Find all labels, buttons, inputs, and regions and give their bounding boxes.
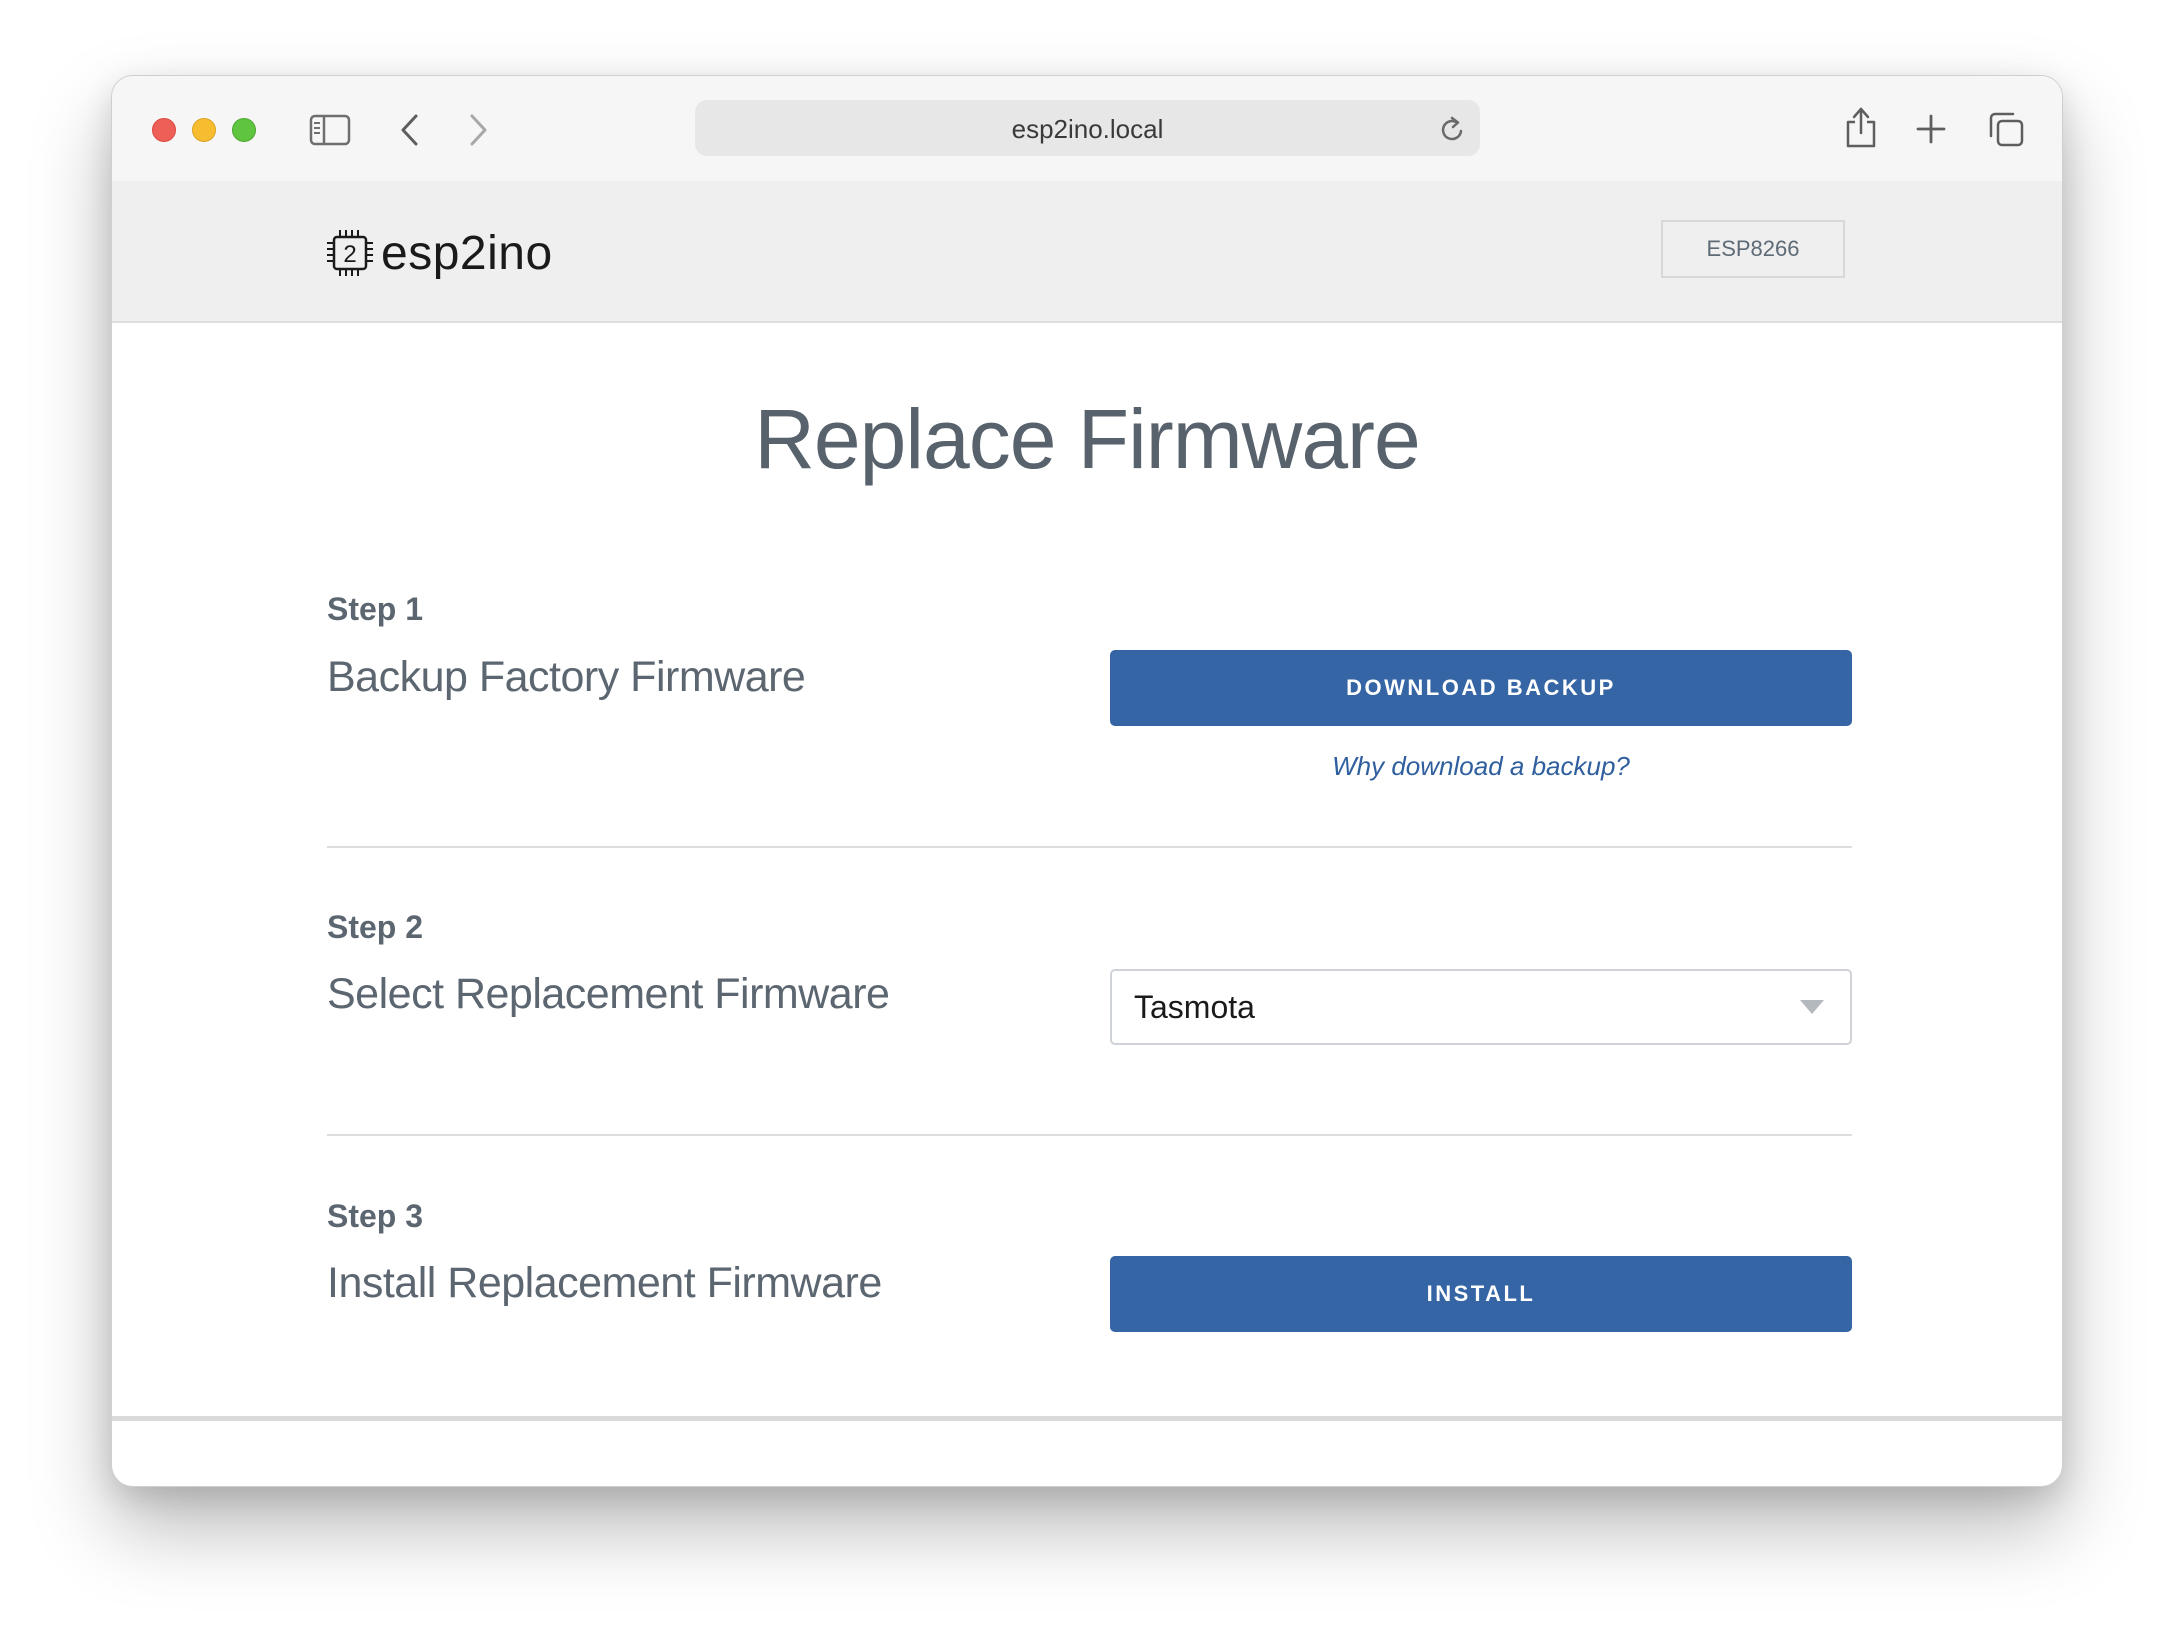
- download-backup-button[interactable]: DOWNLOAD BACKUP: [1110, 650, 1852, 726]
- logo-text: esp2ino: [381, 226, 553, 280]
- site-header: 2 esp2ino ESP8266: [112, 181, 2062, 323]
- step-1-title: Backup Factory Firmware: [327, 653, 806, 701]
- page-title: Replace Firmware: [754, 392, 1421, 486]
- step-3-title: Install Replacement Firmware: [327, 1259, 882, 1307]
- browser-toolbar: esp2ino.local: [112, 76, 2062, 182]
- divider: [327, 1134, 1852, 1136]
- share-icon[interactable]: [1843, 104, 1879, 150]
- footer-divider: [112, 1416, 2062, 1421]
- address-bar[interactable]: esp2ino.local: [695, 100, 1480, 156]
- close-window-button[interactable]: [152, 118, 176, 142]
- step-2-label: Step 2: [327, 909, 424, 945]
- firmware-select-value: Tasmota: [1134, 989, 1255, 1025]
- new-tab-icon[interactable]: [1915, 113, 1947, 145]
- chevron-down-icon: [1800, 1000, 1824, 1014]
- logo-glyph: 2: [343, 241, 356, 268]
- step-2-title: Select Replacement Firmware: [327, 970, 890, 1018]
- logo[interactable]: 2 esp2ino: [325, 223, 553, 283]
- browser-window: esp2ino.local 2 esp2ino ESP8266 Replace …: [111, 75, 2063, 1487]
- step-1-label: Step 1: [327, 591, 424, 627]
- zoom-window-button[interactable]: [232, 118, 256, 142]
- step-3-label: Step 3: [327, 1198, 424, 1234]
- reload-icon[interactable]: [1439, 114, 1467, 144]
- address-text: esp2ino.local: [1011, 114, 1164, 144]
- firmware-select[interactable]: Tasmota: [1110, 969, 1852, 1045]
- device-badge[interactable]: ESP8266: [1661, 220, 1845, 278]
- back-icon[interactable]: [398, 112, 420, 148]
- why-download-backup-link[interactable]: Why download a backup?: [1110, 751, 1852, 782]
- divider: [327, 846, 1852, 848]
- minimize-window-button[interactable]: [192, 118, 216, 142]
- install-button[interactable]: INSTALL: [1110, 1256, 1852, 1332]
- forward-icon[interactable]: [468, 112, 490, 148]
- tabs-overview-icon[interactable]: [1987, 110, 2025, 148]
- chip-logo-icon: 2: [327, 230, 373, 276]
- sidebar-icon[interactable]: [309, 114, 351, 146]
